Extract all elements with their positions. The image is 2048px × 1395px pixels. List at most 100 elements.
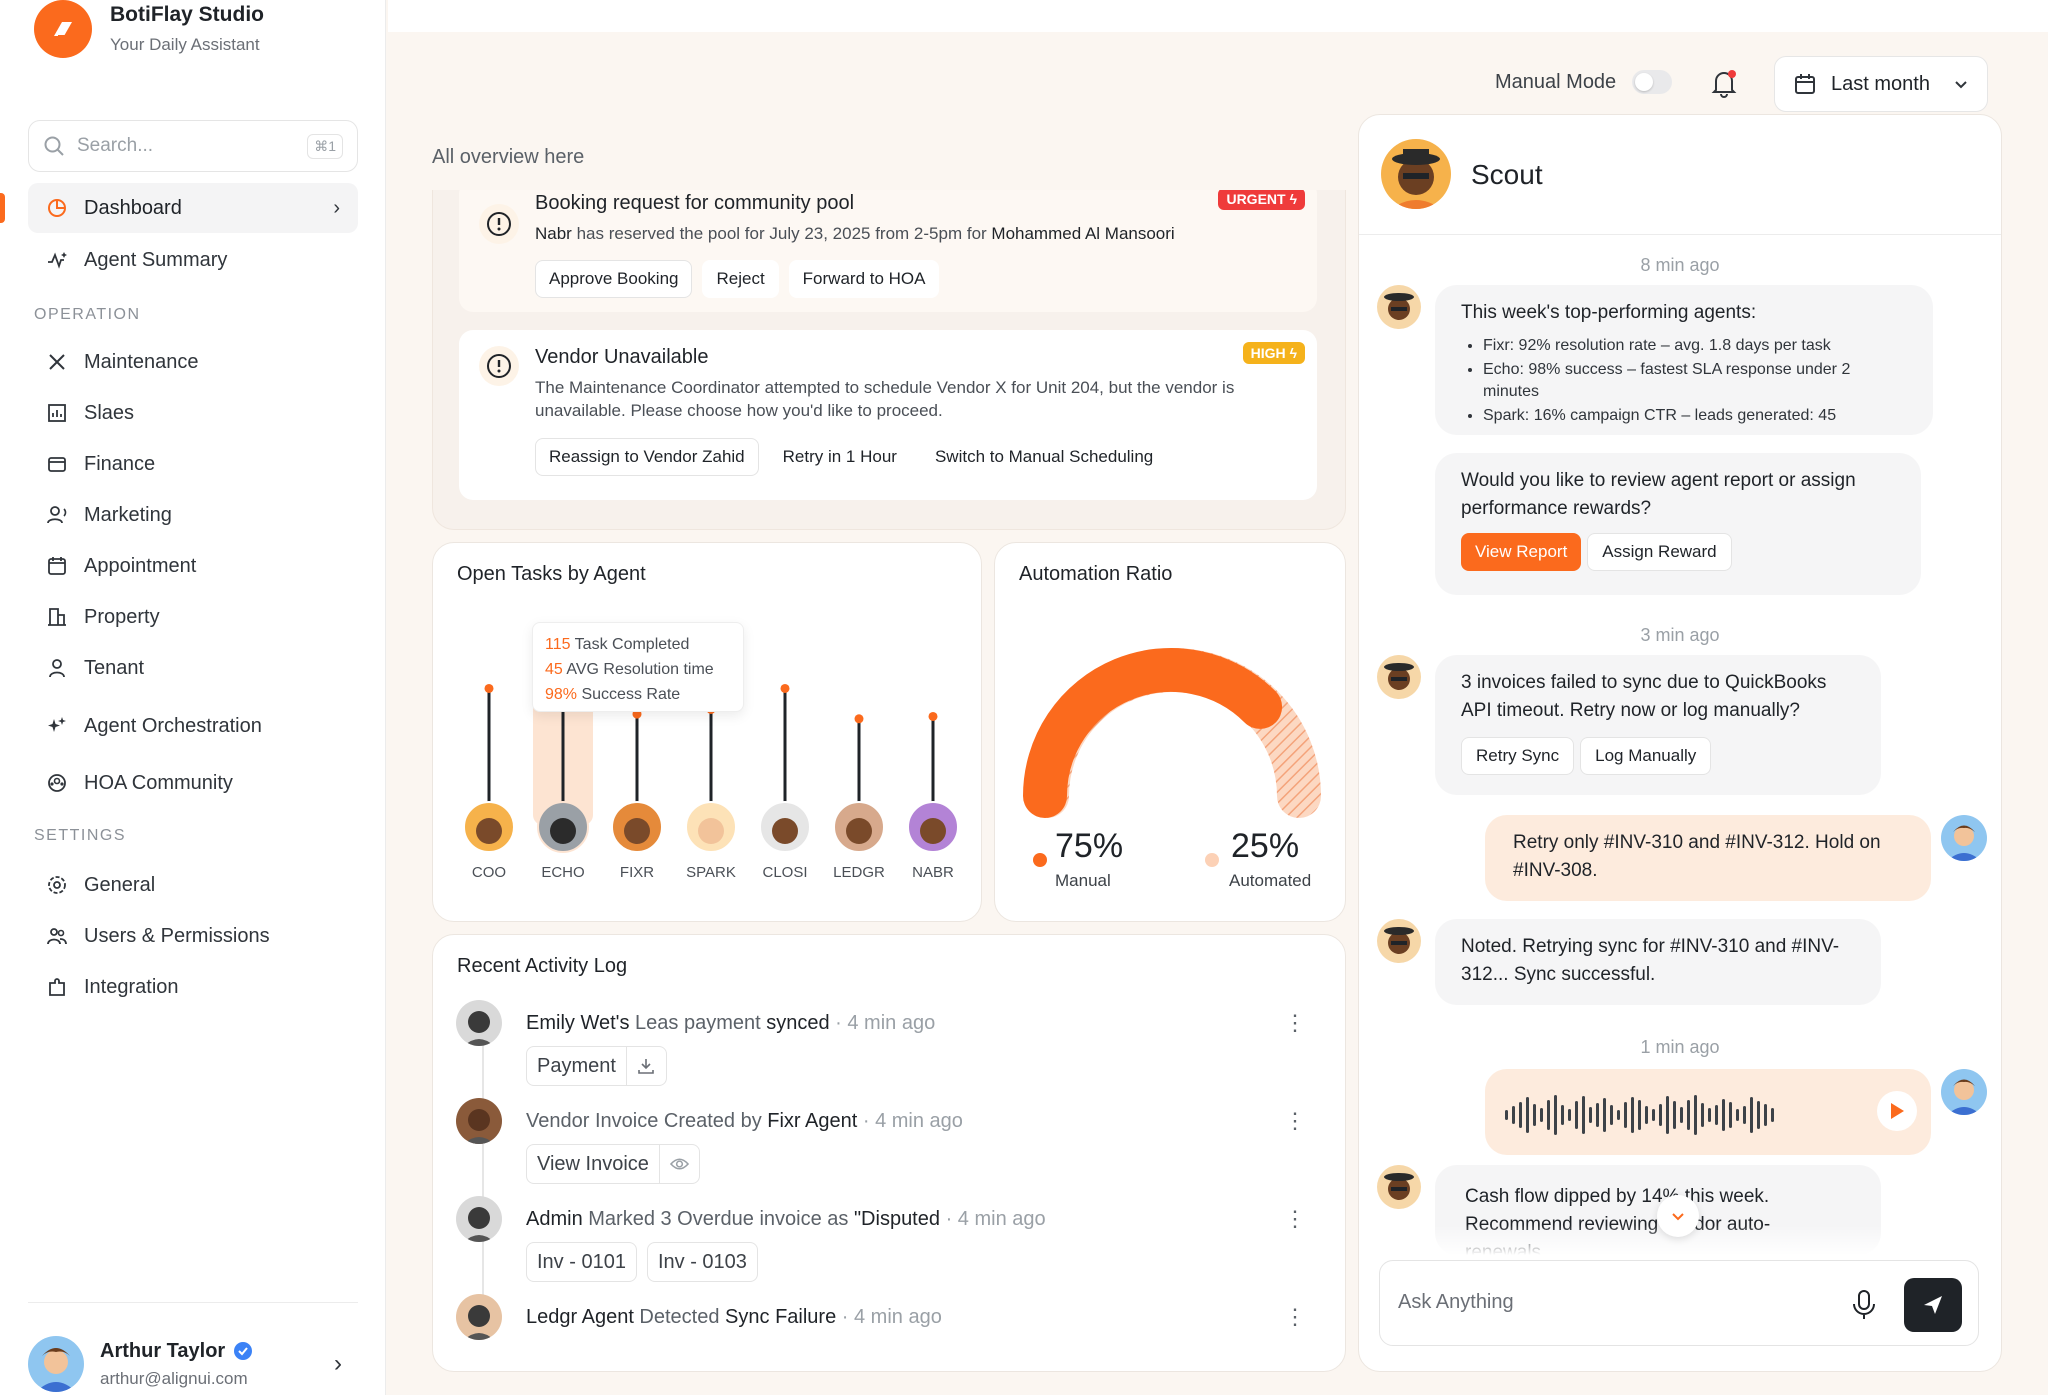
open-tasks-chart: COO ECHO FIXR SPARK CLOSI LEDGR NABR xyxy=(463,666,959,881)
waveform-bar xyxy=(1624,1102,1627,1128)
chevron-down-icon xyxy=(1672,1213,1684,1221)
waveform-bar xyxy=(1631,1097,1634,1133)
nav-marketing[interactable]: Marketing xyxy=(28,490,358,540)
nav-appointment-label: Appointment xyxy=(84,554,197,577)
activity-chip[interactable]: Payment xyxy=(526,1046,667,1086)
search-box[interactable]: Search... ⌘1 xyxy=(28,120,358,172)
user-avatar xyxy=(1941,1069,1987,1115)
activity-chip[interactable]: Inv - 0103 xyxy=(646,1242,758,1282)
waveform-bar xyxy=(1652,1109,1655,1121)
user-profile[interactable]: Arthur Taylor arthur@alignui.com › xyxy=(28,1302,358,1395)
tooltip-tasks-value: 115 xyxy=(545,636,571,653)
more-options-icon[interactable]: ⋮ xyxy=(1284,1304,1306,1330)
agent-face xyxy=(920,818,946,844)
automated-label: Automated xyxy=(1229,871,1312,890)
reassign-vendor-button[interactable]: Reassign to Vendor Zahid xyxy=(535,438,759,476)
nav-finance[interactable]: Finance xyxy=(28,439,358,489)
automated-legend-dot xyxy=(1205,853,1219,867)
nav-maintenance[interactable]: Maintenance xyxy=(28,337,358,387)
active-indicator xyxy=(0,193,5,223)
search-shortcut: ⌘1 xyxy=(307,133,343,159)
nav-dashboard[interactable]: Dashboard › xyxy=(28,183,358,233)
switch-manual-scheduling-button[interactable]: Switch to Manual Scheduling xyxy=(920,438,1168,476)
scout-avatar xyxy=(1377,919,1421,963)
more-options-icon[interactable]: ⋮ xyxy=(1284,1108,1306,1134)
activity-action: Leas payment xyxy=(629,1012,767,1034)
activity-item: Ledgr Agent Detected Sync Failure · 4 mi… xyxy=(456,1294,1326,1384)
gear-icon xyxy=(48,876,66,894)
nav-tenant[interactable]: Tenant xyxy=(28,643,358,693)
bolt-icon: ϟ xyxy=(1289,345,1297,361)
scroll-down-button[interactable] xyxy=(1657,1195,1699,1237)
nav-agent-orchestration[interactable]: Agent Orchestration xyxy=(28,701,358,751)
activity-avatar xyxy=(456,1294,502,1340)
agent-stat-name: Fixr: xyxy=(1483,337,1515,354)
chat-input-box[interactable]: Ask Anything xyxy=(1379,1260,1979,1346)
nav-appointment[interactable]: Appointment xyxy=(28,541,358,591)
chat-input[interactable]: Ask Anything xyxy=(1398,1291,1514,1314)
pie-chart-icon xyxy=(48,199,66,217)
activity-chip-label: Inv - 0101 xyxy=(537,1250,626,1273)
nav-sales[interactable]: Slaes xyxy=(28,388,358,438)
activity-text: Emily Wet's Leas payment synced · 4 min … xyxy=(526,1012,935,1035)
nav-property[interactable]: Property xyxy=(28,592,358,642)
download-icon[interactable] xyxy=(625,1047,666,1085)
activity-object: Fixr Agent xyxy=(767,1110,858,1132)
chat-message-invoices: 3 invoices failed to sync due to QuickBo… xyxy=(1435,655,1881,795)
retry-in-hour-button[interactable]: Retry in 1 Hour xyxy=(768,438,911,476)
activity-chip[interactable]: Inv - 0101 xyxy=(526,1242,637,1282)
sidebar: BotiFlay Studio Your Daily Assistant Sea… xyxy=(0,0,386,1395)
forward-to-hoa-button[interactable]: Forward to HOA xyxy=(788,260,940,298)
search-input[interactable]: Search... xyxy=(77,135,295,157)
send-icon xyxy=(1924,1296,1942,1314)
nav-integration[interactable]: Integration xyxy=(28,962,358,1012)
waveform-bar xyxy=(1512,1106,1515,1124)
more-options-icon[interactable]: ⋮ xyxy=(1284,1010,1306,1036)
building-icon xyxy=(48,608,66,626)
chevron-right-icon: › xyxy=(333,196,340,219)
section-operation: OPERATION xyxy=(34,306,141,323)
activity-chips: Inv - 0101 Inv - 0103 xyxy=(526,1242,758,1282)
chat-message-text: 3 invoices failed to sync due to QuickBo… xyxy=(1461,672,1827,721)
waveform-bar xyxy=(1575,1101,1578,1129)
notification-bell-icon[interactable] xyxy=(1710,68,1738,103)
waveform-bar xyxy=(1519,1102,1522,1128)
view-report-button[interactable]: View Report xyxy=(1461,533,1582,571)
manual-mode-switch[interactable] xyxy=(1632,70,1673,94)
play-icon[interactable] xyxy=(1877,1091,1917,1131)
activity-action: Marked 3 Overdue invoice as xyxy=(582,1208,854,1230)
manual-legend-dot xyxy=(1033,853,1047,867)
eye-icon[interactable] xyxy=(658,1145,699,1183)
approve-booking-button[interactable]: Approve Booking xyxy=(535,260,693,298)
nav-users-permissions[interactable]: Users & Permissions xyxy=(28,911,358,961)
alert-actions: Approve Booking Reject Forward to HOA xyxy=(535,260,940,298)
nav-general[interactable]: General xyxy=(28,860,358,910)
users-icon xyxy=(47,928,67,945)
send-button[interactable] xyxy=(1904,1278,1962,1332)
bolt-icon: ϟ xyxy=(1289,191,1297,207)
activity-time: · 4 min ago xyxy=(835,1012,936,1034)
waveform-bar xyxy=(1561,1105,1564,1125)
agent-stat-name: Echo: xyxy=(1483,361,1524,378)
chat-message-review: Would you like to review agent report or… xyxy=(1435,453,1921,595)
waveform-bar xyxy=(1673,1101,1676,1129)
activity-action: Detected xyxy=(633,1306,726,1328)
nav-property-label: Property xyxy=(84,605,160,628)
nav-hoa-community[interactable]: HOA Community xyxy=(28,758,358,808)
voice-message[interactable] xyxy=(1485,1069,1931,1155)
waveform-bar xyxy=(1701,1103,1704,1127)
nav-agent-summary[interactable]: Agent Summary xyxy=(28,235,358,285)
section-settings: SETTINGS xyxy=(34,827,127,844)
assign-reward-button[interactable]: Assign Reward xyxy=(1587,533,1732,571)
more-options-icon[interactable]: ⋮ xyxy=(1284,1206,1306,1232)
activity-chip[interactable]: View Invoice xyxy=(526,1144,700,1184)
scout-avatar xyxy=(1377,285,1421,329)
manual-mode-toggle[interactable]: Manual Mode xyxy=(1495,70,1673,94)
reject-button[interactable]: Reject xyxy=(702,260,779,298)
date-range-select[interactable]: Last month xyxy=(1774,56,1988,112)
nav-general-label: General xyxy=(84,873,156,896)
retry-sync-button[interactable]: Retry Sync xyxy=(1461,737,1575,775)
log-manually-button[interactable]: Log Manually xyxy=(1580,737,1712,775)
waveform-bar xyxy=(1666,1096,1669,1134)
microphone-icon[interactable] xyxy=(1850,1289,1878,1321)
